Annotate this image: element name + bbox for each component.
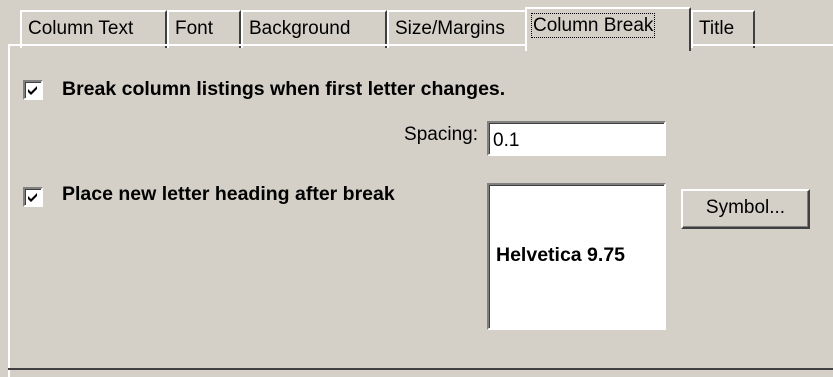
letter-heading-checkbox[interactable] <box>23 187 43 207</box>
tab-label: Column Text <box>28 18 134 39</box>
letter-heading-label: Place new letter heading after break <box>62 183 395 205</box>
symbol-button[interactable]: Symbol... <box>681 189 810 229</box>
break-listings-label: Break column listings when first letter … <box>62 78 506 100</box>
tab-size-margins[interactable]: Size/Margins <box>387 10 529 48</box>
checkmark-icon <box>28 193 37 202</box>
tab-label: Font <box>175 18 214 39</box>
tab-label: Size/Margins <box>395 18 505 39</box>
panel-bottom-edge <box>8 368 833 370</box>
spacing-label: Spacing: <box>404 124 478 145</box>
break-listings-checkbox[interactable] <box>23 80 43 100</box>
checkmark-icon <box>28 86 37 95</box>
tab-column-break[interactable]: Column Break <box>525 7 691 51</box>
tab-title[interactable]: Title <box>691 10 755 48</box>
tab-column-text[interactable]: Column Text <box>20 10 167 48</box>
spacing-input[interactable]: 0.1 <box>487 121 666 156</box>
tab-label: Column Break <box>530 13 656 38</box>
font-preview-box: Helvetica 9.75 <box>487 183 666 330</box>
tab-font[interactable]: Font <box>167 10 241 48</box>
tab-label: Background <box>249 18 351 39</box>
tab-label: Title <box>699 18 735 39</box>
font-preview-text: Helvetica 9.75 <box>496 244 626 266</box>
tab-background[interactable]: Background <box>241 10 387 48</box>
